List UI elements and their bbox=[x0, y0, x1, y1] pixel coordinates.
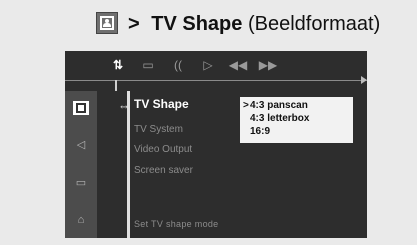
title-prefix: > bbox=[128, 13, 140, 35]
tv-icon[interactable] bbox=[73, 101, 89, 115]
toolbar-icons: ⇅ ▭ (( ▷ ◀◀ ▶▶ bbox=[103, 55, 283, 75]
options-box: 4:3 panscan 4:3 letterbox 16:9 bbox=[240, 97, 353, 143]
menu-item-tv-system[interactable]: TV System bbox=[134, 124, 183, 135]
menu-item-video-output[interactable]: Video Output bbox=[134, 144, 192, 155]
selection-arrow-icon: ⇔ bbox=[118, 99, 130, 113]
option-16-9[interactable]: 16:9 bbox=[250, 125, 353, 138]
tv-screen-icon bbox=[96, 12, 118, 34]
header: > TV Shape (Beeldformaat) bbox=[0, 0, 417, 46]
option-4-3-panscan[interactable]: 4:3 panscan bbox=[243, 99, 353, 112]
menu-item-tv-shape[interactable]: TV Shape bbox=[134, 97, 189, 111]
speaker-icon[interactable]: ◁ bbox=[73, 137, 89, 151]
menu-panel: ◁ ▭ ⌂ ⇔ TV Shape TV System Video Output … bbox=[65, 91, 367, 238]
title-main: TV Shape bbox=[151, 13, 243, 35]
title-subtitle: (Beeldformaat) bbox=[247, 13, 381, 35]
sidebar: ◁ ▭ ⌂ bbox=[65, 91, 97, 238]
play-icon[interactable]: ▷ bbox=[193, 55, 223, 75]
status-text: Set TV shape mode bbox=[134, 219, 219, 229]
rewind-icon[interactable]: ◀◀ bbox=[223, 55, 253, 75]
toolbar-arrow-icon bbox=[361, 76, 367, 84]
subtitle-icon[interactable]: ▭ bbox=[133, 55, 163, 75]
lock-icon[interactable]: ⌂ bbox=[73, 213, 89, 227]
menu-item-screen-saver[interactable]: Screen saver bbox=[134, 165, 193, 176]
menu-vertical-bar bbox=[127, 91, 130, 238]
toolbar-divider bbox=[65, 80, 367, 81]
page-title: > TV Shape (Beeldformaat) bbox=[128, 12, 380, 36]
fast-forward-icon[interactable]: ▶▶ bbox=[253, 55, 283, 75]
angle-icon[interactable]: (( bbox=[163, 55, 193, 75]
settings-icon[interactable]: ⇅ bbox=[103, 55, 133, 75]
option-4-3-letterbox[interactable]: 4:3 letterbox bbox=[250, 112, 353, 125]
subtitle-menu-icon[interactable]: ▭ bbox=[73, 175, 89, 189]
